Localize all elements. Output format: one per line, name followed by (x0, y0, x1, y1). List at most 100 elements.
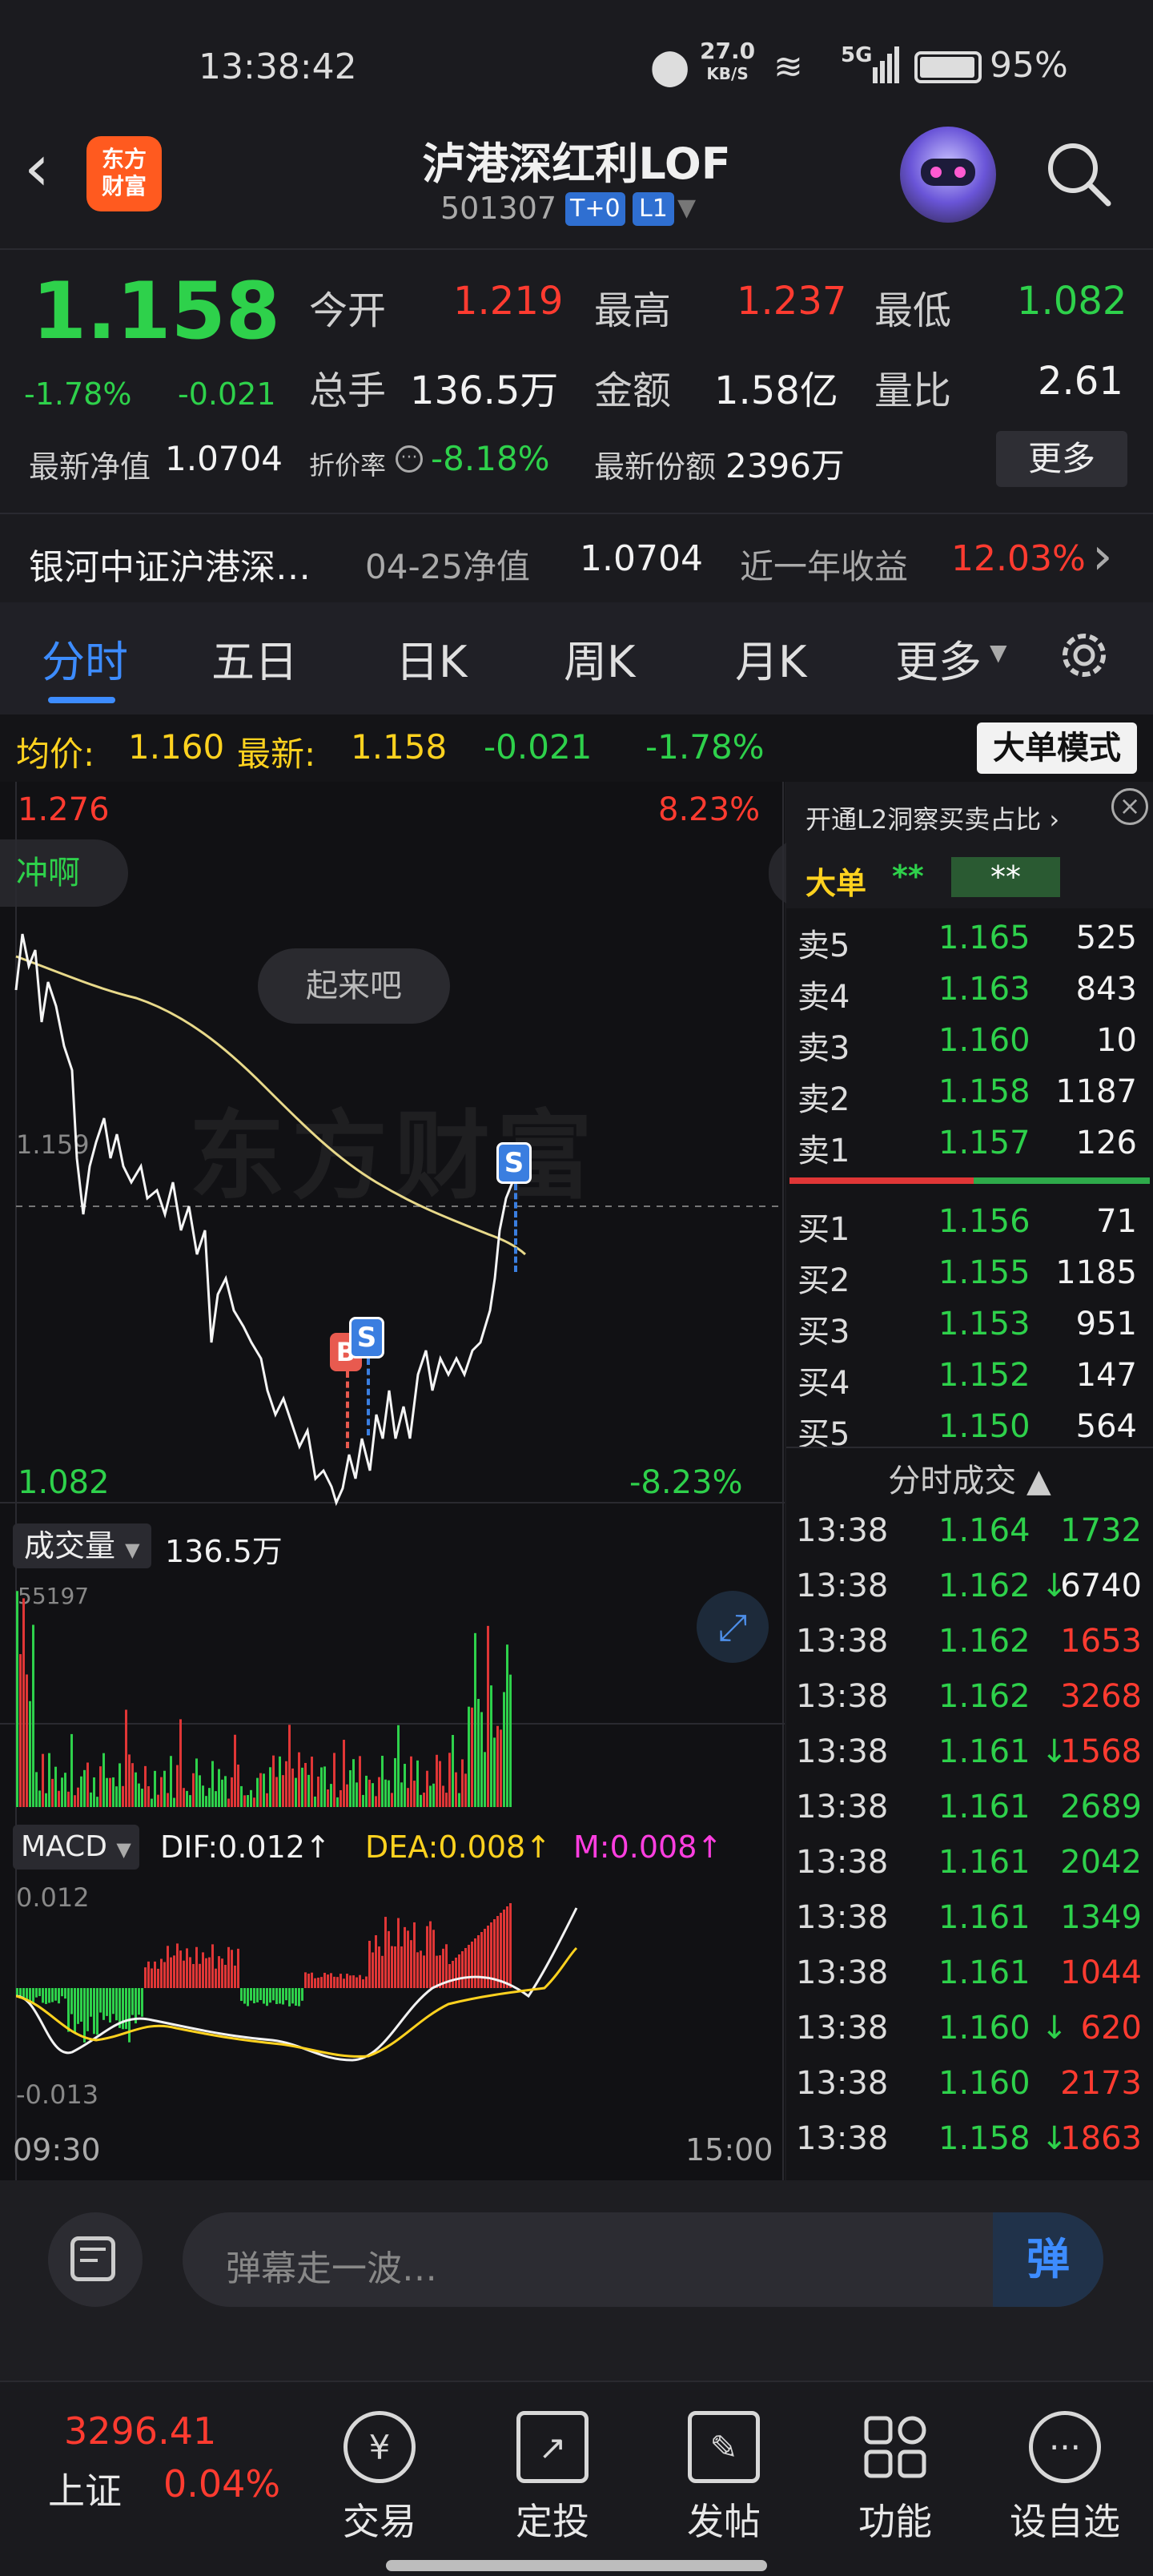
macd-bar (359, 1974, 361, 1988)
macd-bar (368, 1940, 371, 1988)
trade-time: 13:38 (796, 1899, 889, 1936)
macd-bar (410, 1940, 412, 1988)
tab-daily-k[interactable]: 日K (396, 626, 467, 690)
app-logo[interactable]: 东方 财富 (86, 136, 162, 211)
bid-label: 买4 (797, 1365, 850, 1402)
location-icon: ⬤ (650, 46, 690, 87)
chevron-right-icon[interactable]: › (1092, 527, 1113, 586)
more-info-icon[interactable]: ··· (396, 445, 423, 473)
macd-bar (320, 1977, 323, 1988)
macd-indicator-select[interactable]: MACD ▼ (13, 1825, 139, 1870)
volume-bar (35, 1772, 38, 1807)
macd-bar (42, 1988, 44, 2003)
volume-bar (291, 1768, 294, 1807)
volume-bar (61, 1777, 63, 1807)
tab-intraday[interactable]: 分时 (42, 626, 128, 690)
macd-bar (237, 1948, 239, 1988)
nav-post[interactable]: ✎ 发帖 (652, 2411, 796, 2546)
macd-bar (282, 1988, 284, 2005)
volume-bar (442, 1785, 444, 1807)
l2-promo[interactable]: 开通L2洞察买卖占比 › × 大单 ** ** (786, 782, 1153, 908)
network-speed: 27.0 KB/S (700, 38, 756, 84)
sell-ratio-bar (789, 1177, 974, 1184)
index-pct: 0.04% (163, 2462, 281, 2506)
discount-label: 折价率 (309, 450, 387, 481)
macd-bar (304, 1972, 307, 1988)
danmu-send-button[interactable]: 弹 (993, 2212, 1103, 2307)
back-icon[interactable]: ‹ (24, 136, 50, 200)
macd-bar (474, 1938, 476, 1988)
discount-value: -8.18% (431, 439, 550, 478)
macd-bar (106, 1988, 108, 2016)
ask-volume: 1187 (1055, 1073, 1137, 1110)
macd-bar (432, 1930, 435, 1988)
close-icon[interactable]: × (1111, 788, 1148, 825)
volume-bar (157, 1794, 159, 1807)
nav-trade[interactable]: ¥ 交易 (307, 2411, 452, 2546)
tab-5day[interactable]: 五日 (211, 626, 298, 690)
macd-bar (35, 1988, 38, 1998)
volume-bar (429, 1785, 432, 1807)
macd-bar (404, 1926, 406, 1988)
volume-bar (234, 1734, 236, 1807)
fund-info-row[interactable]: 银河中证沪港深… 04-25净值 1.0704 近一年收益 12.03% › (0, 513, 1153, 601)
fund-return-label: 近一年收益 (740, 547, 909, 586)
comment-input[interactable]: 弹幕走一波… 弹 (183, 2212, 1103, 2307)
chart-chg-pct: -1.78% (645, 727, 765, 767)
chevron-down-icon[interactable]: ▼ (677, 194, 696, 222)
chevron-down-icon: ▼ (990, 639, 1007, 666)
macd-bar (503, 1910, 505, 1988)
macd-bar (298, 1988, 300, 2006)
change-value: -0.021 (178, 376, 276, 412)
volume-bar (400, 1782, 403, 1807)
macd-bar (253, 1988, 255, 2003)
gear-icon[interactable] (1055, 626, 1113, 684)
ask-row: 卖5 1.165 525 (786, 915, 1153, 964)
bid-label: 买1 (797, 1211, 850, 1248)
macd-bar (128, 1988, 131, 2043)
volume-bar (288, 1725, 291, 1807)
volume-bar (58, 1790, 60, 1807)
more-button[interactable]: 更多 (996, 431, 1127, 487)
tab-weekly-k[interactable]: 周K (564, 626, 635, 690)
robot-assistant-icon[interactable] (900, 127, 996, 223)
l2-promo-text: 开通L2洞察买卖占比 › (805, 804, 1060, 835)
volume-bar (323, 1766, 326, 1807)
sell-marker-line (367, 1358, 370, 1435)
volume-bar (272, 1755, 275, 1807)
macd-bar (356, 1977, 358, 1988)
volume-bar (301, 1767, 303, 1807)
volume-bar (407, 1788, 409, 1807)
ask-volume: 10 (1096, 1022, 1137, 1059)
sell-marker[interactable]: S (496, 1142, 532, 1184)
tab-monthly-k[interactable]: 月K (735, 626, 806, 690)
macd-bar (211, 1944, 214, 1988)
volume-bar (96, 1797, 98, 1807)
macd-bar (38, 1988, 41, 1997)
bid-row: 买2 1.155 1185 (786, 1250, 1153, 1299)
macd-bar (301, 1988, 303, 2001)
tab-more[interactable]: 更多 (895, 626, 982, 690)
nav-invest[interactable]: ↗ 定投 (480, 2411, 625, 2546)
search-icon[interactable] (1046, 141, 1111, 207)
nav-watchlist[interactable]: ··· 设自选 (993, 2411, 1137, 2546)
macd-bar (339, 1974, 342, 1988)
danmu-settings-button[interactable] (48, 2212, 143, 2307)
bid-label: 买2 (797, 1262, 850, 1299)
trades-title[interactable]: 分时成交 ▲ (786, 1455, 1153, 1501)
big-order-mode-button[interactable]: 大单模式 (977, 722, 1137, 774)
sell-marker[interactable]: S (349, 1317, 384, 1358)
volume-bar (455, 1772, 457, 1807)
volume-bar (333, 1753, 335, 1807)
volume-bar (362, 1794, 364, 1807)
trade-price: 1.162 (938, 1623, 1030, 1660)
volume-bar (487, 1625, 489, 1807)
volume-bar (115, 1786, 118, 1807)
time-end: 15:00 (685, 2132, 773, 2167)
ask-price: 1.165 (938, 920, 1030, 956)
volume-indicator-select[interactable]: 成交量 ▼ (13, 1523, 151, 1568)
volume-bar (503, 1692, 505, 1807)
nav-functions[interactable]: 功能 (823, 2411, 967, 2546)
macd-bar (102, 1988, 105, 2020)
macd-bar (423, 1955, 425, 1988)
